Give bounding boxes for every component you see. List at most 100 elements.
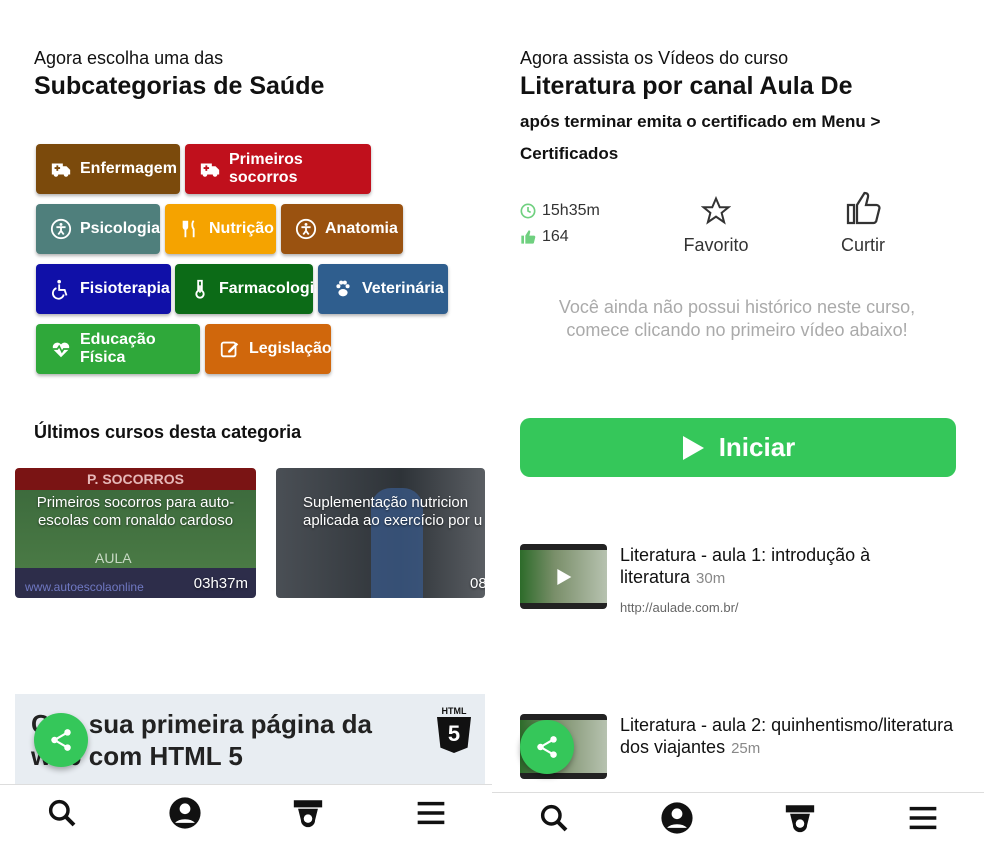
user-icon <box>168 796 201 829</box>
course-title-line: escolas com ronaldo cardoso <box>37 512 234 529</box>
recent-courses-heading: Últimos cursos desta categoria <box>34 422 302 442</box>
likes-value: 164 <box>542 228 569 245</box>
lesson-item[interactable]: Literatura - aula 2: quinhentismo/litera… <box>520 714 960 784</box>
nav-courses-button[interactable] <box>288 793 328 833</box>
ambulance-icon <box>200 163 220 177</box>
star-icon <box>700 195 732 225</box>
like-label: Curtir <box>841 235 885 255</box>
category-enfermagem[interactable]: Enfermagem <box>36 144 180 194</box>
course-title-line: Suplementação nutricion <box>303 494 469 511</box>
share-button[interactable] <box>520 720 574 774</box>
duration-value: 15h35m <box>542 202 600 219</box>
category-label: Farmacologia <box>219 280 324 297</box>
lesson-duration: 30m <box>696 570 726 587</box>
clock-icon <box>520 203 536 219</box>
thumbnail-caption: www.autoescolaonline <box>25 580 144 594</box>
subcategories-screen: Agora escolha uma das Subcategorias de S… <box>0 0 492 842</box>
graduation-cap-icon <box>293 799 322 827</box>
course-card[interactable]: Suplementação nutricion aplicada ao exer… <box>276 468 485 598</box>
course-card[interactable]: P. SOCORROS AULA www.autoescolaonline Pr… <box>15 468 256 598</box>
thermometer-icon <box>195 279 205 299</box>
like-button[interactable]: Curtir <box>825 190 901 256</box>
page-title: Subcategorias de Saúde <box>34 72 325 100</box>
ambulance-icon <box>51 163 71 177</box>
search-icon <box>48 799 75 826</box>
start-label: Iniciar <box>718 432 796 462</box>
heartbeat-icon <box>52 342 70 358</box>
banner-title: Crie sua primeira página da web com HTML… <box>31 709 373 771</box>
category-educacao-fisica[interactable]: Educação Física <box>36 324 200 374</box>
search-icon <box>540 804 567 831</box>
nav-search-button[interactable] <box>42 793 82 833</box>
favorite-label: Favorito <box>683 235 749 255</box>
category-fisioterapia[interactable]: Fisioterapia <box>36 264 171 314</box>
category-label: Primeiros socorros <box>229 151 303 186</box>
lesson-title: Literatura - aula 2: quinhentismo/litera… <box>620 714 960 760</box>
nav-courses-button[interactable] <box>780 798 820 838</box>
category-label: Anatomia <box>325 220 398 237</box>
category-label: Veterinária <box>362 280 444 297</box>
thumbs-up-icon <box>521 230 536 244</box>
thumbs-up-icon <box>846 191 881 225</box>
lesson-url: http://aulade.com.br/ <box>620 600 739 615</box>
category-anatomia[interactable]: Anatomia <box>281 204 403 254</box>
thumbnail-caption: P. SOCORROS <box>87 471 184 487</box>
category-label: Enfermagem <box>80 160 177 177</box>
wheelchair-icon <box>52 279 68 300</box>
category-label: Fisioterapia <box>80 280 170 297</box>
category-label: Nutrição <box>209 220 274 237</box>
nav-search-button[interactable] <box>534 798 574 838</box>
edit-icon <box>220 341 239 358</box>
certificate-note: após terminar emita o certificado em Men… <box>520 112 881 131</box>
paw-icon <box>336 280 350 297</box>
user-icon <box>660 801 693 834</box>
nav-menu-button[interactable] <box>411 793 451 833</box>
nav-profile-button[interactable] <box>165 793 205 833</box>
course-duration: 03h37m <box>193 575 248 592</box>
course-title-line: aplicada ao exercício por u <box>303 512 483 529</box>
lesson-duration: 25m <box>731 740 761 757</box>
lesson-title: Literatura - aula 1: introdução à litera… <box>620 544 960 590</box>
course-likes-stat: 164 <box>520 228 569 246</box>
category-veterinaria[interactable]: Veterinária <box>318 264 448 314</box>
category-label: Educação Física <box>80 331 156 366</box>
certificate-note-cont: Certificados <box>520 144 619 163</box>
share-icon <box>51 729 71 751</box>
play-icon <box>557 569 572 585</box>
empty-history-message: Você ainda não possui histórico neste cu… <box>558 297 916 340</box>
course-detail-screen: Agora assista os Vídeos do curso Literat… <box>492 0 984 842</box>
category-label: Legislação <box>249 340 332 357</box>
lesson-title-text: Literatura - aula 1: introdução à litera… <box>620 545 871 587</box>
menu-icon <box>417 801 444 824</box>
share-button[interactable] <box>34 713 88 767</box>
intro-text: Agora escolha uma das <box>34 48 224 68</box>
category-primeiros-socorros[interactable]: Primeiros socorros <box>185 144 371 194</box>
course-duration-stat: 15h35m <box>520 202 600 220</box>
start-button[interactable]: Iniciar <box>520 418 956 477</box>
category-nutricao[interactable]: Nutrição <box>165 204 276 254</box>
utensils-icon <box>182 220 195 238</box>
thumbnail-caption: AULA <box>95 550 132 566</box>
lesson-title-text: Literatura - aula 2: quinhentismo/litera… <box>620 715 954 757</box>
html5-icon-label: HTML <box>441 706 467 716</box>
html5-icon: HTML 5 <box>437 706 471 753</box>
bottom-nav <box>0 784 492 840</box>
category-legislacao[interactable]: Legislação <box>205 324 332 374</box>
category-farmacologia[interactable]: Farmacologia <box>175 264 323 314</box>
course-title: Suplementação nutricion aplicada ao exer… <box>276 494 485 530</box>
accessibility-icon <box>50 218 72 240</box>
lesson-thumbnail <box>520 544 607 609</box>
graduation-cap-icon <box>785 804 814 832</box>
play-icon <box>682 435 704 460</box>
nav-menu-button[interactable] <box>903 798 943 838</box>
nav-profile-button[interactable] <box>657 798 697 838</box>
course-title: Primeiros socorros para auto- escolas co… <box>15 494 256 530</box>
category-psicologia[interactable]: Psicologia <box>36 204 160 254</box>
course-title-line: Primeiros socorros para auto- <box>36 494 235 511</box>
bottom-nav <box>492 792 984 842</box>
favorite-button[interactable]: Favorito <box>676 195 756 256</box>
lesson-item[interactable]: Literatura - aula 1: introdução à litera… <box>520 544 960 615</box>
intro-text: Agora assista os Vídeos do curso <box>520 48 789 68</box>
menu-icon <box>909 806 936 829</box>
html5-icon-number: 5 <box>437 717 471 753</box>
